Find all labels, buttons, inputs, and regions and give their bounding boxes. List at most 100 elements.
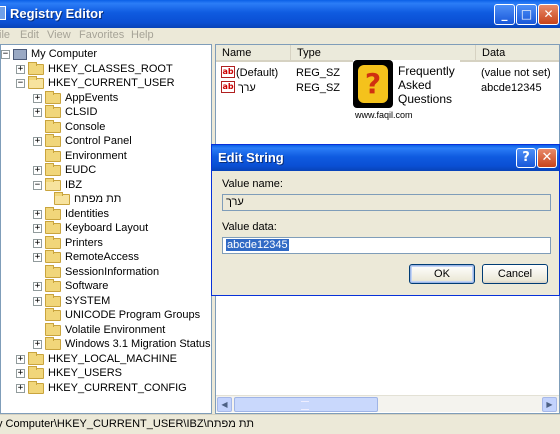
value-type: REG_SZ bbox=[296, 82, 341, 94]
tree-label: HKEY_CLASSES_ROOT bbox=[48, 63, 173, 75]
value-data: abcde12345 bbox=[481, 82, 542, 94]
ok-button[interactable]: OK bbox=[409, 264, 475, 284]
tree-item[interactable]: − IBZ bbox=[33, 177, 82, 192]
scroll-thumb[interactable] bbox=[234, 397, 378, 412]
tree-item[interactable]: SessionInformation bbox=[33, 264, 159, 279]
tree-item[interactable]: + Keyboard Layout bbox=[33, 220, 148, 235]
tree-item[interactable]: + Identities bbox=[33, 206, 109, 221]
folder-icon bbox=[45, 322, 61, 336]
tree-item[interactable]: + HKEY_USERS bbox=[16, 365, 122, 380]
string-value-icon: ab bbox=[221, 81, 235, 93]
value-name[interactable]: (Default) bbox=[236, 67, 278, 79]
folder-icon bbox=[28, 380, 44, 394]
tree-label: Volatile Environment bbox=[65, 324, 166, 336]
tree-label: My Computer bbox=[31, 48, 98, 60]
folder-icon bbox=[45, 307, 61, 321]
edit-string-dialog[interactable]: Edit String ? ✕ Value name: ערך Value da… bbox=[211, 144, 560, 296]
minimize-button[interactable]: _ bbox=[494, 4, 515, 25]
tree-item[interactable]: + AppEvents bbox=[33, 90, 118, 105]
expander-icon[interactable]: + bbox=[33, 136, 42, 146]
tree-item[interactable]: + EUDC bbox=[33, 162, 96, 177]
expander-icon[interactable]: + bbox=[16, 64, 25, 74]
value-data-label: Value data: bbox=[222, 221, 277, 233]
column-header-data[interactable]: Data bbox=[476, 45, 559, 62]
menu-file[interactable]: ile bbox=[0, 29, 10, 41]
tree-item[interactable]: + HKEY_CLASSES_ROOT bbox=[16, 61, 173, 76]
expander-icon[interactable]: + bbox=[33, 339, 42, 349]
folder-icon bbox=[28, 351, 44, 365]
close-button[interactable]: ✕ bbox=[538, 4, 559, 25]
tree-label: Printers bbox=[65, 237, 103, 249]
maximize-button[interactable]: □ bbox=[516, 4, 537, 25]
expander-icon[interactable]: + bbox=[16, 354, 25, 364]
folder-icon bbox=[45, 133, 61, 147]
status-bar: y Computer\HKEY_CURRENT_USER\IBZ\תת מפתח bbox=[0, 414, 560, 434]
title-bar[interactable]: Registry Editor _ □ ✕ bbox=[0, 0, 560, 28]
folder-icon bbox=[45, 235, 61, 249]
tree-item[interactable]: Console bbox=[33, 119, 105, 134]
expander-icon[interactable]: + bbox=[16, 368, 25, 378]
dialog-close-button[interactable]: ✕ bbox=[537, 148, 557, 168]
menu-favorites[interactable]: Favorites bbox=[79, 29, 124, 41]
expander-icon[interactable]: + bbox=[33, 223, 42, 233]
value-data-input[interactable]: abcde12345 bbox=[222, 237, 551, 254]
dialog-title-bar[interactable]: Edit String ? ✕ bbox=[212, 145, 559, 171]
tree-item[interactable]: Environment bbox=[33, 148, 127, 163]
tree-item[interactable]: + HKEY_LOCAL_MACHINE bbox=[16, 351, 177, 366]
column-header-name[interactable]: Name bbox=[216, 45, 291, 62]
window-title: Registry Editor bbox=[10, 6, 104, 21]
expander-icon[interactable]: + bbox=[33, 209, 42, 219]
value-data: (value not set) bbox=[481, 67, 551, 79]
expander-icon[interactable]: − bbox=[33, 180, 42, 190]
tree-item[interactable]: UNICODE Program Groups bbox=[33, 307, 201, 322]
folder-icon bbox=[45, 104, 61, 118]
tree-item[interactable]: + Control Panel bbox=[33, 133, 132, 148]
menu-help[interactable]: Help bbox=[131, 29, 154, 41]
tree-item[interactable]: Volatile Environment bbox=[33, 322, 166, 337]
status-path: y Computer\HKEY_CURRENT_USER\IBZ\תת מפתח bbox=[0, 418, 255, 430]
cancel-button[interactable]: Cancel bbox=[482, 264, 548, 284]
folder-icon bbox=[45, 206, 61, 220]
tree-item[interactable]: + Printers bbox=[33, 235, 103, 250]
question-mark-icon: ? bbox=[353, 60, 393, 108]
tree-item[interactable]: + SYSTEM bbox=[33, 293, 110, 308]
tree-item[interactable]: + HKEY_CURRENT_CONFIG bbox=[16, 380, 187, 395]
registry-tree[interactable]: − My Computer + HKEY_CLASSES_ROOT − HKEY… bbox=[0, 44, 212, 414]
tree-item[interactable]: + RemoteAccess bbox=[33, 249, 139, 264]
tree-label: UNICODE Program Groups bbox=[65, 309, 201, 321]
folder-icon bbox=[28, 365, 44, 379]
expander-icon[interactable]: − bbox=[16, 78, 25, 88]
scroll-right-icon[interactable]: ▶ bbox=[542, 397, 557, 412]
tree-root[interactable]: − My Computer bbox=[1, 47, 97, 61]
tree-item[interactable]: + Windows 3.1 Migration Status bbox=[33, 336, 211, 351]
help-button[interactable]: ? bbox=[516, 148, 536, 168]
tree-item[interactable]: + Software bbox=[33, 278, 108, 293]
folder-icon bbox=[45, 119, 61, 133]
value-name[interactable]: ערך bbox=[238, 82, 256, 94]
collapse-icon[interactable]: − bbox=[1, 49, 10, 59]
expander-icon[interactable]: + bbox=[33, 252, 42, 262]
expander-icon[interactable]: + bbox=[33, 165, 42, 175]
tree-item-selected[interactable]: תת מפתח bbox=[54, 191, 121, 206]
dialog-title: Edit String bbox=[218, 150, 284, 165]
value-name-field: ערך bbox=[222, 194, 551, 211]
scroll-left-icon[interactable]: ◀ bbox=[217, 397, 232, 412]
menu-edit[interactable]: Edit bbox=[20, 29, 39, 41]
computer-icon bbox=[13, 48, 27, 60]
folder-icon bbox=[45, 278, 61, 292]
expander-icon[interactable]: + bbox=[33, 93, 42, 103]
tree-label: CLSID bbox=[65, 106, 98, 118]
horizontal-scrollbar[interactable]: ◀ ▶ bbox=[216, 395, 559, 412]
expander-icon[interactable]: + bbox=[16, 383, 25, 393]
folder-icon bbox=[45, 293, 61, 307]
tree-label: Control Panel bbox=[65, 135, 132, 147]
tree-item[interactable]: + CLSID bbox=[33, 104, 98, 119]
expander-icon[interactable]: + bbox=[33, 296, 42, 306]
expander-icon[interactable]: + bbox=[33, 107, 42, 117]
expander-icon[interactable]: + bbox=[33, 238, 42, 248]
menu-view[interactable]: View bbox=[47, 29, 71, 41]
tree-item[interactable]: − HKEY_CURRENT_USER bbox=[16, 75, 175, 90]
value-type: REG_SZ bbox=[296, 67, 341, 79]
expander-icon[interactable]: + bbox=[33, 281, 42, 291]
string-value-icon: ab bbox=[221, 66, 235, 78]
